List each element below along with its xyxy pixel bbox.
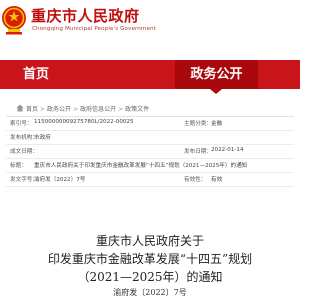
site-title[interactable]: 重庆市人民政府 xyxy=(31,5,140,26)
national-emblem-icon[interactable] xyxy=(0,3,28,37)
publisher-value: 市政府 xyxy=(34,135,51,141)
nav-item-home[interactable]: 首页 xyxy=(0,60,72,89)
breadcrumb-item-home[interactable]: 首页 xyxy=(26,106,38,113)
breadcrumb-item-gov-affairs[interactable]: 政务公开 xyxy=(47,106,71,113)
info-row-dates: 成文日期： 发布日期： 2022-01-14 xyxy=(6,145,294,159)
title-value: 重庆市人民政府关于印发重庆市金融改革发展“十四五”规划（2021—2025年）的… xyxy=(34,163,248,169)
nav-active-indicator xyxy=(210,89,222,94)
index-value: 11500000009275780L/2022-00025 xyxy=(34,119,134,125)
info-row-publisher: 发布机构： 市政府 xyxy=(6,131,294,145)
breadcrumb: 首页 > 政务公开 > 政府信息公开 > 政策文件 xyxy=(26,106,150,113)
doc-number-value: 渝府发〔2022〕7号 xyxy=(34,177,86,183)
document-number: 渝府发〔2022〕7号 xyxy=(113,288,187,297)
nav-item-gov-affairs[interactable]: 政务公开 xyxy=(175,60,258,89)
publish-date-value: 2022-01-14 xyxy=(211,147,244,153)
title-label: 标题： xyxy=(10,163,27,169)
info-row-doc-number: 发文字号： 渝府发〔2022〕7号 有效性： 有效 xyxy=(6,173,294,187)
site-header: 重庆市人民政府 Chongqing Municipal People's Gov… xyxy=(0,0,300,46)
topic-value: 金融 xyxy=(211,121,223,127)
document-title-line2: （2021—2025年）的通知 xyxy=(77,270,223,284)
breadcrumb-item-info-disclosure[interactable]: 政府信息公开 xyxy=(80,106,116,113)
written-date-label: 成文日期： xyxy=(10,149,38,155)
validity-label: 有效性： xyxy=(184,177,207,183)
document-title-line1: 印发重庆市金融改革发展“十四五”规划 xyxy=(47,252,253,266)
info-row-index: 索引号： 11500000009275780L/2022-00025 主题分类：… xyxy=(6,117,294,131)
site-subtitle: Chongqing Municipal People's Government xyxy=(32,26,156,32)
validity-value: 有效 xyxy=(211,177,223,183)
publish-date-label: 发布日期： xyxy=(184,149,212,155)
main-nav: 首页 政务公开 xyxy=(0,60,300,89)
breadcrumb-item-policy-docs[interactable]: 政策文件 xyxy=(125,106,149,113)
topic-label: 主题分类： xyxy=(184,121,212,127)
info-row-title: 标题： 重庆市人民政府关于印发重庆市金融改革发展“十四五”规划（2021—202… xyxy=(6,159,294,173)
document-info-table: 索引号： 11500000009275780L/2022-00025 主题分类：… xyxy=(6,116,294,187)
document-issuer: 重庆市人民政府关于 xyxy=(95,234,204,248)
index-label: 索引号： xyxy=(10,121,33,127)
home-icon xyxy=(16,104,24,112)
